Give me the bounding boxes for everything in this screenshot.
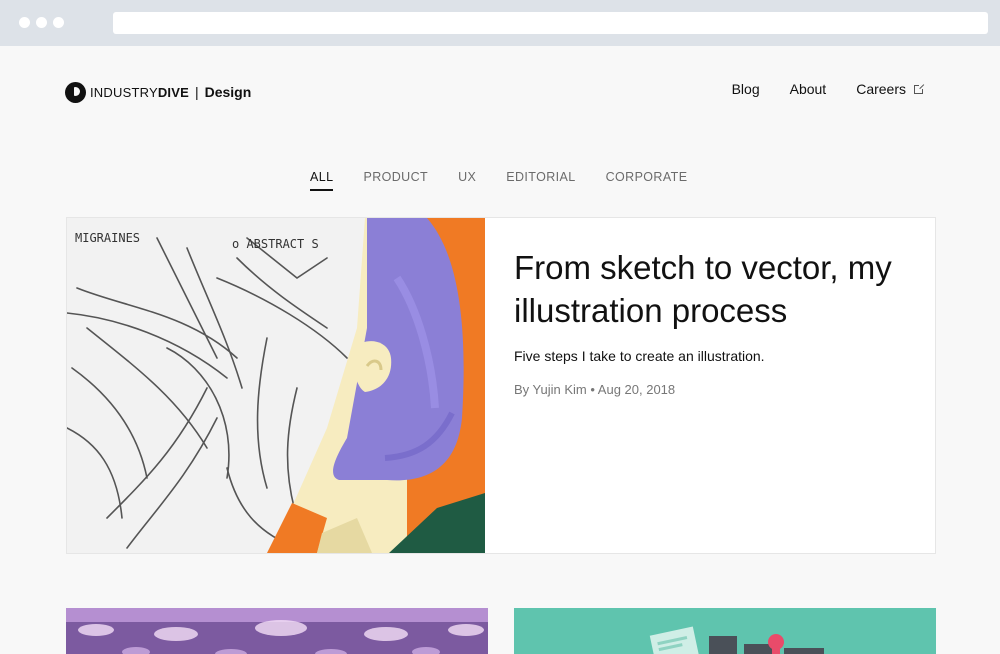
featured-post-card[interactable]: MIGRAINES o ABSTRACT S From sketch to ve… bbox=[66, 217, 936, 554]
nav-careers-link[interactable]: Careers bbox=[856, 81, 925, 97]
industry-dive-logo-icon bbox=[65, 81, 86, 103]
sketch-note-abstract: o ABSTRACT S bbox=[232, 237, 319, 251]
window-dot-icon[interactable] bbox=[19, 17, 30, 28]
sketch-note-migraines: MIGRAINES bbox=[75, 231, 140, 245]
tab-editorial[interactable]: EDITORIAL bbox=[506, 170, 575, 191]
nav-blog-link[interactable]: Blog bbox=[732, 81, 760, 97]
page: INDUSTRYDIVE | Design Blog About Careers… bbox=[0, 46, 1000, 654]
address-bar[interactable] bbox=[113, 12, 988, 34]
window-dot-icon[interactable] bbox=[36, 17, 47, 28]
main-nav: Blog About Careers bbox=[732, 81, 925, 97]
external-link-icon bbox=[914, 82, 925, 94]
workspace-illustration bbox=[514, 608, 936, 654]
featured-post-title[interactable]: From sketch to vector, my illustration p… bbox=[514, 246, 914, 332]
tab-ux[interactable]: UX bbox=[458, 170, 476, 191]
category-filter-tabs: ALL PRODUCT UX EDITORIAL CORPORATE bbox=[310, 170, 687, 191]
logo-separator: | bbox=[194, 84, 199, 100]
nav-careers-label: Careers bbox=[856, 81, 906, 97]
tab-product[interactable]: PRODUCT bbox=[363, 170, 428, 191]
ballroom-photo bbox=[66, 608, 488, 654]
sketch-to-vector-illustration: MIGRAINES o ABSTRACT S bbox=[67, 218, 485, 553]
logo-word-dive: DIVE bbox=[157, 84, 189, 100]
logo-wordmark: INDUSTRYDIVE bbox=[90, 85, 189, 100]
featured-post-subtitle: Five steps I take to create an illustrat… bbox=[514, 348, 765, 364]
post-card-thumbnail[interactable] bbox=[514, 608, 936, 654]
tab-all[interactable]: ALL bbox=[310, 170, 334, 191]
site-logo[interactable]: INDUSTRYDIVE | Design bbox=[65, 81, 251, 103]
featured-post-meta: By Yujin Kim • Aug 20, 2018 bbox=[514, 382, 676, 397]
post-card-thumbnail[interactable] bbox=[66, 608, 488, 654]
window-dot-icon[interactable] bbox=[53, 17, 64, 28]
featured-post-content: From sketch to vector, my illustration p… bbox=[514, 246, 914, 397]
logo-word-industry: INDUSTRY bbox=[90, 84, 158, 100]
logo-section: Design bbox=[204, 84, 252, 100]
tab-corporate[interactable]: CORPORATE bbox=[606, 170, 688, 191]
featured-post-illustration[interactable]: MIGRAINES o ABSTRACT S bbox=[67, 218, 485, 553]
browser-chrome bbox=[0, 0, 1000, 46]
nav-about-link[interactable]: About bbox=[790, 81, 827, 97]
